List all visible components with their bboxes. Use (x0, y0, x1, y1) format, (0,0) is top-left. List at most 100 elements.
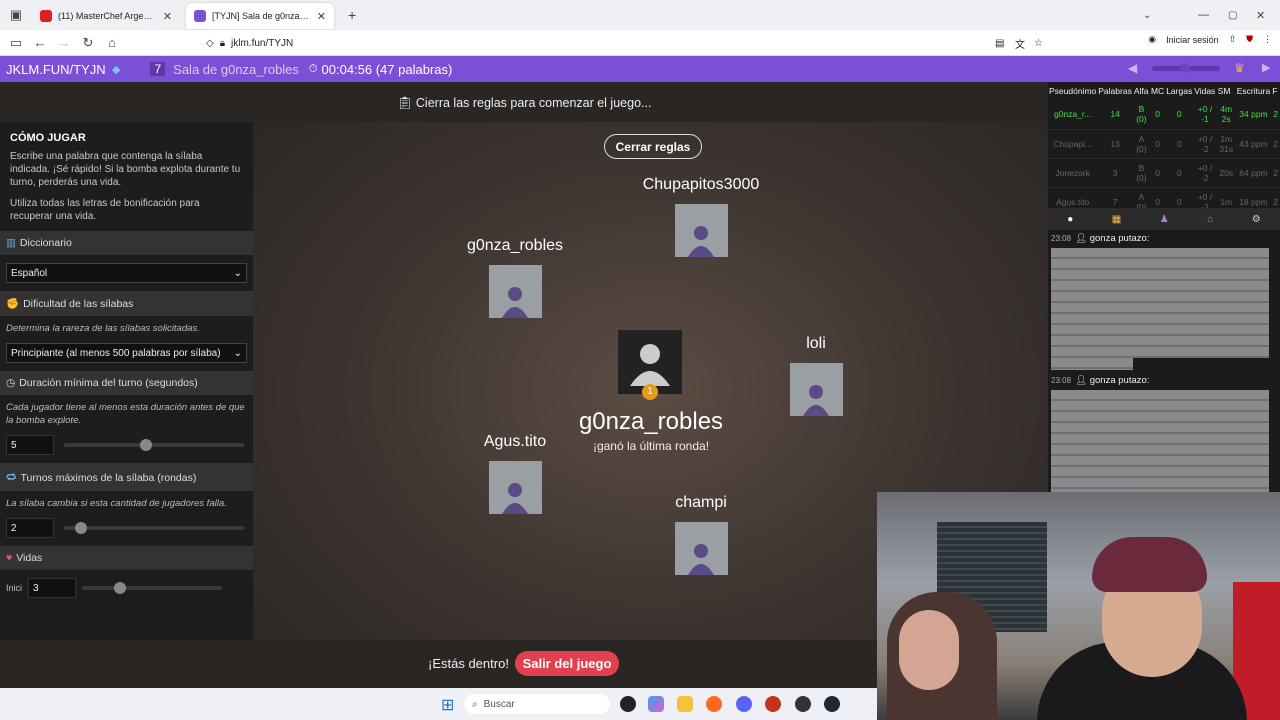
chat-text-block (1051, 390, 1269, 492)
hair-right (1092, 537, 1207, 592)
cell: g0nza_r... (1048, 100, 1098, 130)
window-close-icon[interactable]: ✕ (1256, 9, 1265, 22)
reader-icon[interactable]: ▤ (995, 38, 1004, 49)
lives-input[interactable]: 3 (28, 578, 77, 598)
minimize-icon[interactable]: — (1198, 9, 1209, 21)
bookmark-star-icon[interactable]: ☆ (1034, 38, 1043, 49)
section-label: Duración mínima del turno (segundos) (19, 377, 198, 389)
col-header[interactable]: Palabras (1097, 82, 1133, 100)
account-icon[interactable]: ◉ (1148, 34, 1156, 45)
jklm-icon (194, 10, 206, 22)
player-name: champi (675, 494, 727, 511)
duration-input[interactable]: 5 (6, 435, 54, 455)
chat-time: 23:08 (1051, 376, 1072, 385)
menu-icon[interactable]: ⋮ (1263, 34, 1272, 45)
search-icon: ⌕ (472, 698, 478, 710)
player-slot: champi (653, 494, 749, 575)
app-icon[interactable] (765, 696, 781, 712)
app-icon[interactable] (620, 696, 636, 712)
play-icon[interactable]: ▶ (1262, 61, 1270, 74)
search-placeholder: Buscar (483, 698, 515, 710)
room-number: 7 (150, 62, 166, 76)
windows-start-icon[interactable]: ⊞ (441, 695, 454, 715)
volume-knob[interactable] (1180, 63, 1190, 73)
col-header[interactable]: SM (1217, 82, 1236, 100)
close-rules-button[interactable]: Cerrar reglas (604, 134, 702, 159)
reload-icon[interactable]: ↻ (76, 35, 100, 51)
lives-slider[interactable] (82, 582, 223, 594)
maximize-icon[interactable]: ▢ (1228, 10, 1237, 21)
col-header[interactable]: Vidas (1193, 82, 1217, 100)
room-link[interactable]: JKLM.FUN/TYJN (0, 62, 112, 77)
browser-tab-jklm[interactable]: [TYJN] Sala de g0nza_robles ✕ (186, 3, 334, 29)
signin-button[interactable]: Iniciar sesión (1166, 35, 1219, 45)
home-icon[interactable]: ⌂ (100, 35, 124, 50)
slider-knob[interactable] (114, 582, 127, 594)
shop-icon[interactable]: ⌂ (1207, 214, 1213, 225)
turns-slider[interactable] (64, 522, 244, 534)
cell: 64 ppm (1235, 158, 1272, 188)
dictionary-select[interactable]: Español ⌄ (6, 263, 247, 283)
how-to-play-title: CÓMO JUGAR (10, 132, 86, 144)
tab-list-icon[interactable]: ▣ (4, 7, 28, 23)
col-header[interactable]: F (1271, 82, 1280, 100)
chat-bubble-icon[interactable]: ● (1067, 214, 1073, 225)
col-header[interactable]: Alfa (1133, 82, 1150, 100)
gear-icon[interactable]: ⚙ (1252, 214, 1261, 225)
select-value: Español (11, 267, 48, 279)
close-icon[interactable]: ✕ (317, 10, 326, 23)
player-slot: loli (778, 335, 854, 416)
url-bar[interactable]: ◇ 🔒︎ jklm.fun/TYJN ▤ 文 ☆ (200, 32, 1050, 54)
chat-user[interactable]: gonza putazo: (1090, 233, 1150, 244)
difficulty-select[interactable]: Principiante (al menos 500 palabras por … (6, 343, 247, 363)
tab-dropdown-icon[interactable]: ⌄ (1143, 10, 1151, 21)
duration-row: 5 (6, 435, 247, 455)
ublock-icon[interactable]: ⛊ (1246, 34, 1253, 45)
copilot-icon[interactable] (648, 696, 664, 712)
app-icon[interactable] (795, 696, 811, 712)
col-header[interactable]: Largas (1165, 82, 1193, 100)
leave-game-button[interactable]: Salir del juego (515, 651, 619, 676)
duration-slider[interactable] (64, 439, 244, 451)
cell: 13 (1097, 129, 1133, 159)
slider-knob[interactable] (75, 522, 87, 534)
scoreboard-table: Pseudónimo Palabras Alfa MC Largas Vidas… (1048, 82, 1280, 217)
forward-icon[interactable]: → (52, 35, 76, 50)
volume-icon[interactable]: ◀ (1128, 61, 1137, 75)
chat-text-block (1051, 248, 1269, 358)
tab-label: [TYJN] Sala de g0nza_robles (212, 11, 311, 21)
new-tab-button[interactable]: + (348, 7, 356, 23)
url-text: jklm.fun/TYJN (231, 37, 294, 49)
taskbar-search[interactable]: ⌕ Buscar (464, 694, 610, 714)
winner-subtitle: ¡ganó la última ronda! (592, 439, 710, 453)
translate-icon[interactable]: 文 (1015, 36, 1025, 51)
cell: B (0) (1132, 158, 1150, 188)
player-slot: g0nza_robles (453, 237, 577, 318)
back-icon[interactable]: ← (28, 35, 52, 50)
discord-icon[interactable] (736, 696, 752, 712)
person-icon[interactable]: ♟ (1160, 214, 1169, 225)
sidebar-icon[interactable]: ▭ (4, 35, 28, 51)
slider-knob[interactable] (140, 439, 152, 451)
clipboard-icon: 📋︎ (396, 96, 416, 110)
trophy-icon[interactable]: ▦ (1112, 214, 1121, 225)
extensions-icon[interactable]: ⇧ (1229, 34, 1237, 45)
crown-icon[interactable]: ♛ (1234, 61, 1245, 75)
col-header[interactable]: Pseudónimo (1048, 82, 1097, 100)
steam-icon[interactable] (824, 696, 840, 712)
table-row: Jonezork 3 B (0) 0 0 +0 / -2 20s 64 ppm … (1048, 158, 1280, 188)
col-header[interactable]: MC (1150, 82, 1165, 100)
browser-tab-masterchef[interactable]: (11) MasterChef Argentina - Yo ✕ (32, 3, 180, 29)
turns-input[interactable]: 2 (6, 518, 54, 538)
heart-icon: ♥ (6, 552, 13, 564)
section-label: Turnos máximos de la sílaba (rondas) (20, 472, 197, 484)
chat-user[interactable]: gonza putazo: (1090, 375, 1150, 386)
folder-icon[interactable] (677, 696, 693, 712)
table-header: Pseudónimo Palabras Alfa MC Largas Vidas… (1048, 82, 1280, 100)
chat-message: 23:08 👤︎ gonza putazo: (1051, 375, 1277, 492)
difficulty-section: ✊ Dificultad de las sílabas (0, 291, 253, 316)
firefox-icon[interactable] (706, 696, 722, 712)
col-header[interactable]: Escritura (1236, 82, 1272, 100)
close-icon[interactable]: ✕ (163, 10, 172, 23)
cell: +0 / -1 (1193, 100, 1217, 130)
